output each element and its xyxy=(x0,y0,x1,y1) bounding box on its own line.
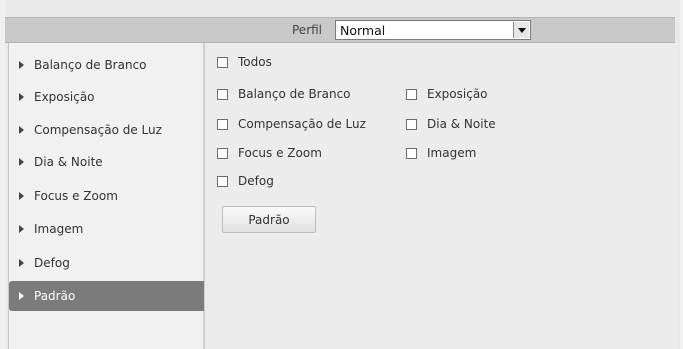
checkbox-dia-noite[interactable]: Dia & Noite xyxy=(406,117,496,131)
checkbox-box[interactable] xyxy=(217,118,228,130)
sidebar-item-label: Dia & Noite xyxy=(34,155,103,169)
checkbox-label: Defog xyxy=(238,174,274,188)
checkbox-label: Todos xyxy=(238,55,272,69)
sidebar: Balanço de Branco Exposição Compensação … xyxy=(8,43,205,349)
sidebar-item-dia-noite[interactable]: Dia & Noite xyxy=(9,147,204,177)
caret-right-icon xyxy=(19,93,24,101)
sidebar-item-label: Focus e Zoom xyxy=(34,189,118,203)
sidebar-item-focus-e-zoom[interactable]: Focus e Zoom xyxy=(9,181,204,211)
caret-right-icon xyxy=(19,292,24,300)
caret-right-icon xyxy=(19,192,24,200)
checkbox-defog[interactable]: Defog xyxy=(217,174,274,188)
profile-label: Perfil xyxy=(292,23,323,37)
chevron-down-icon xyxy=(517,27,526,33)
checkbox-imagem[interactable]: Imagem xyxy=(406,146,476,160)
sidebar-item-label: Compensação de Luz xyxy=(34,123,162,137)
caret-right-icon xyxy=(19,126,24,134)
checkbox-box[interactable] xyxy=(406,118,417,130)
checkbox-todos[interactable]: Todos xyxy=(217,55,272,69)
profile-bar: Perfil Normal xyxy=(5,17,675,43)
sidebar-item-label: Defog xyxy=(34,256,70,270)
checkbox-label: Imagem xyxy=(427,146,477,160)
checkbox-label: Exposição xyxy=(427,87,488,101)
caret-right-icon xyxy=(19,225,24,233)
checkbox-box[interactable] xyxy=(217,56,228,68)
dropdown-button[interactable] xyxy=(513,22,529,38)
profile-select[interactable]: Normal xyxy=(335,20,531,40)
profile-select-value: Normal xyxy=(340,23,386,38)
checkbox-label: Dia & Noite xyxy=(427,117,496,131)
checkbox-label: Focus e Zoom xyxy=(238,146,322,160)
sidebar-item-label: Exposição xyxy=(34,90,95,104)
caret-right-icon xyxy=(19,61,24,69)
sidebar-item-label: Balanço de Branco xyxy=(34,58,147,72)
sidebar-item-label: Padrão xyxy=(34,289,76,303)
sidebar-item-exposicao[interactable]: Exposição xyxy=(9,82,204,112)
caret-right-icon xyxy=(19,259,24,267)
checkbox-box[interactable] xyxy=(217,175,228,187)
checkbox-box[interactable] xyxy=(406,88,417,100)
caret-right-icon xyxy=(19,158,24,166)
checkbox-label: Balanço de Branco xyxy=(238,87,351,101)
checkbox-focus-e-zoom[interactable]: Focus e Zoom xyxy=(217,146,322,160)
sidebar-item-label: Imagem xyxy=(34,222,84,236)
sidebar-item-padrao[interactable]: Padrão xyxy=(9,281,204,311)
sidebar-item-imagem[interactable]: Imagem xyxy=(9,214,204,244)
checkbox-balanco-de-branco[interactable]: Balanço de Branco xyxy=(217,87,351,101)
main-content: Todos Balanço de Branco Exposição Compen… xyxy=(207,43,677,349)
checkbox-box[interactable] xyxy=(406,147,417,159)
checkbox-box[interactable] xyxy=(217,88,228,100)
checkbox-exposicao[interactable]: Exposição xyxy=(406,87,488,101)
sidebar-item-defog[interactable]: Defog xyxy=(9,248,204,278)
sidebar-item-balanco-de-branco[interactable]: Balanço de Branco xyxy=(9,50,204,80)
checkbox-box[interactable] xyxy=(217,147,228,159)
default-button[interactable]: Padrão xyxy=(222,206,316,233)
checkbox-label: Compensação de Luz xyxy=(238,117,366,131)
sidebar-item-compensacao-de-luz[interactable]: Compensação de Luz xyxy=(9,115,204,145)
checkbox-compensacao-de-luz[interactable]: Compensação de Luz xyxy=(217,117,366,131)
